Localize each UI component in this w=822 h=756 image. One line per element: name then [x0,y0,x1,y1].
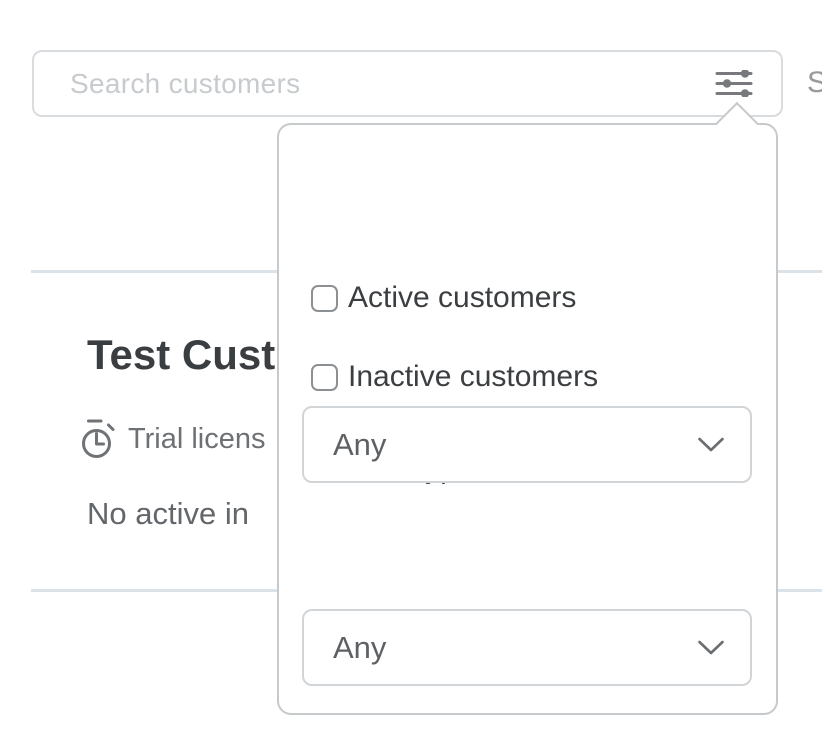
customer-name-heading: Test Cust [87,331,275,379]
customer-status-note: No active in [87,496,249,532]
chevron-down-icon [698,437,724,452]
license-type-value: Any [333,427,386,463]
filter-popover: Active customers Inactive customers Lice… [277,123,778,715]
inactive-customers-option[interactable]: Inactive customers [311,360,598,394]
right-edge-partial-text: S [807,66,822,100]
active-customers-label: Active customers [348,281,576,315]
search-input[interactable]: Search customers [70,52,300,115]
license-type-select[interactable]: Any [302,406,752,483]
inactive-customers-checkbox[interactable] [311,364,338,391]
active-customers-option[interactable]: Active customers [311,281,576,315]
license-note: Trial licens [128,423,266,456]
channel-name-value: Any [333,630,386,666]
chevron-down-icon [698,640,724,655]
inactive-customers-label: Inactive customers [348,360,598,394]
channel-name-select[interactable]: Any [302,609,752,686]
sliders-icon [715,70,753,97]
timer-icon [79,418,118,460]
active-customers-checkbox[interactable] [311,285,338,312]
license-info-row: Trial licens [79,418,266,460]
customer-search-box[interactable]: Search customers [32,50,783,117]
